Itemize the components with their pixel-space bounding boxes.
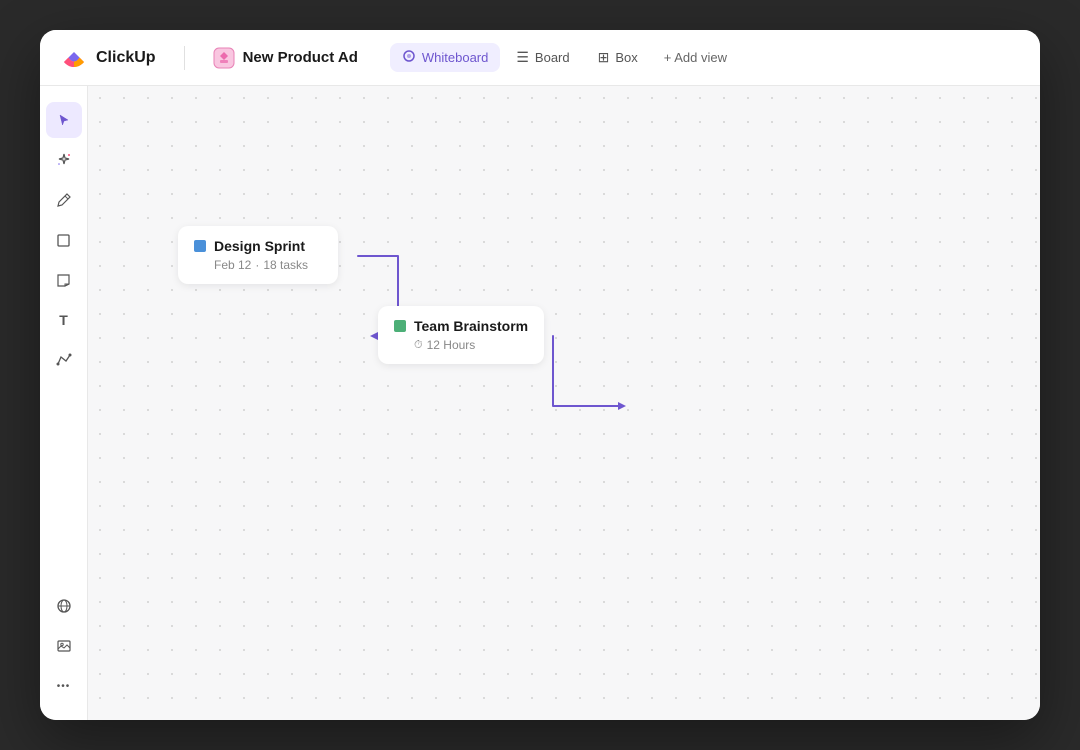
nav-tabs: Whiteboard ☰ Board ⊞ Box + Add view: [390, 43, 737, 72]
team-brainstorm-hours: 12 Hours: [427, 338, 476, 352]
toolbar: T: [40, 86, 88, 720]
tab-whiteboard-label: Whiteboard: [422, 50, 488, 65]
tool-magic[interactable]: [46, 142, 82, 178]
add-view-button[interactable]: + Add view: [654, 44, 737, 71]
tab-box[interactable]: ⊞ Box: [586, 43, 650, 72]
design-sprint-date: Feb 12: [214, 258, 251, 272]
team-brainstorm-meta: ⏱ 12 Hours: [414, 338, 528, 352]
tool-globe[interactable]: [46, 588, 82, 624]
connector-svg: [88, 86, 1040, 720]
project-icon: [213, 47, 235, 69]
tool-connector[interactable]: [46, 342, 82, 378]
text-tool-label: T: [59, 312, 68, 328]
tool-pen[interactable]: [46, 182, 82, 218]
design-sprint-title: Design Sprint: [214, 238, 305, 254]
tool-text[interactable]: T: [46, 302, 82, 338]
card-team-brainstorm[interactable]: Team Brainstorm ⏱ 12 Hours: [378, 306, 544, 364]
tool-shape[interactable]: [46, 222, 82, 258]
project-title-area[interactable]: New Product Ad: [213, 47, 358, 69]
project-title: New Product Ad: [243, 49, 358, 66]
whiteboard-canvas[interactable]: Design Sprint Feb 12 · 18 tasks Team Bra…: [88, 86, 1040, 720]
tool-cursor[interactable]: [46, 102, 82, 138]
team-brainstorm-title: Team Brainstorm: [414, 318, 528, 334]
more-dots: •••: [57, 681, 71, 692]
whiteboard-icon: [402, 49, 416, 66]
design-sprint-meta: Feb 12 · 18 tasks: [214, 258, 322, 272]
box-icon: ⊞: [598, 49, 610, 66]
header-divider: [184, 46, 185, 70]
tool-image[interactable]: [46, 628, 82, 664]
tab-whiteboard[interactable]: Whiteboard: [390, 43, 500, 72]
main-content: T: [40, 86, 1040, 720]
card-team-brainstorm-header: Team Brainstorm: [394, 318, 528, 334]
header: ClickUp New Product Ad Whiteboard: [40, 30, 1040, 86]
tool-note[interactable]: [46, 262, 82, 298]
team-brainstorm-icon: ⏱: [414, 339, 423, 352]
logo-text: ClickUp: [96, 49, 156, 67]
design-sprint-separator: ·: [255, 258, 259, 272]
board-icon: ☰: [516, 49, 529, 66]
team-brainstorm-dot: [394, 320, 406, 332]
app-window: ClickUp New Product Ad Whiteboard: [40, 30, 1040, 720]
tab-box-label: Box: [615, 50, 637, 65]
tab-board[interactable]: ☰ Board: [504, 43, 581, 72]
add-view-label: + Add view: [664, 50, 727, 65]
tab-board-label: Board: [535, 50, 570, 65]
logo-area[interactable]: ClickUp: [60, 44, 156, 72]
clickup-logo-icon: [60, 44, 88, 72]
design-sprint-dot: [194, 240, 206, 252]
design-sprint-tasks: 18 tasks: [263, 258, 308, 272]
tool-more[interactable]: •••: [46, 668, 82, 704]
card-design-sprint-header: Design Sprint: [194, 238, 322, 254]
card-design-sprint[interactable]: Design Sprint Feb 12 · 18 tasks: [178, 226, 338, 284]
